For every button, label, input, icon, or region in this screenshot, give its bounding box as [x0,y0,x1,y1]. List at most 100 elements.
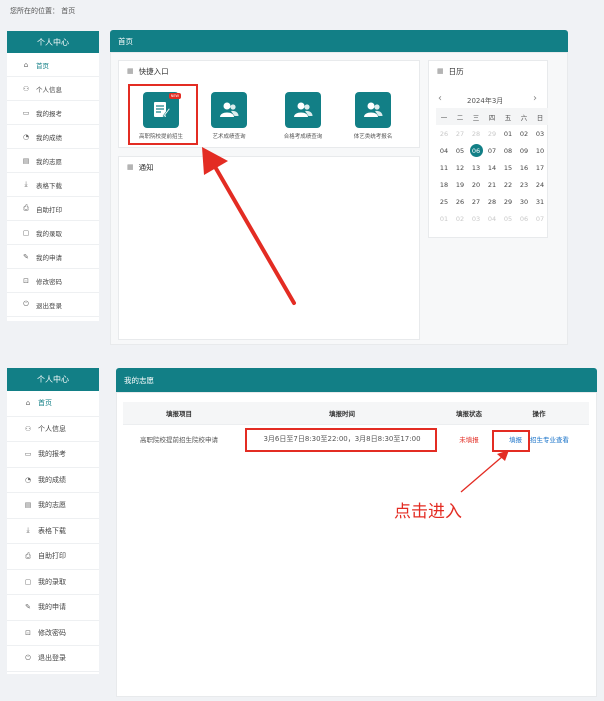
grid-icon: ▦ [127,67,134,75]
sidebar-item[interactable]: ⊡ 修改密码 [7,621,99,646]
sidebar-item-label: 我的录取 [36,229,62,238]
print-icon: ⎙ [25,551,31,560]
sidebar-item-label: 表格下载 [38,526,66,535]
sidebar-item[interactable]: ⌂ 首页 [7,391,99,417]
sidebar-item-label: 我的报考 [38,450,66,459]
calendar-prev-button[interactable]: ‹ [438,93,442,104]
calendar-day[interactable]: 28 [484,193,500,210]
sidebar-item[interactable]: ⊡ 修改密码 [7,269,99,293]
grid-icon: ▦ [437,67,444,75]
logout-icon: ⏻ [23,300,29,308]
sidebar: 个人中心 ⌂ 首页 ⚇ 个人信息 ▭ 我的报考 ◔ 我的成绩 ▤ 我的志愿 ⤓ 表格下载 ⎙ 自助打印 ▢ 我… [7,368,99,674]
calendar-day[interactable]: 29 [500,193,516,210]
sidebar-item[interactable]: ⎙ 自助打印 [7,197,99,221]
quick-entry-label: 合格考成绩查询 [283,134,323,140]
calendar-day[interactable]: 31 [532,193,548,210]
calendar-day[interactable]: 30 [516,193,532,210]
calendar-day[interactable]: 14 [484,159,500,176]
calendar-day[interactable]: 27 [452,125,468,142]
sidebar-item[interactable]: ✎ 我的申请 [7,595,99,621]
calendar-title: 日历 [448,66,464,76]
calendar-day[interactable]: 12 [452,159,468,176]
calendar-month: 2024年3月 [467,97,504,105]
quick-entry-tile[interactable]: 艺术成绩查询 [198,92,260,140]
calendar-day[interactable]: 05 [452,142,468,159]
calendar-day[interactable]: 11 [436,159,452,176]
sidebar-item-label: 修改密码 [36,277,62,286]
calendar-day[interactable]: 09 [516,142,532,159]
sidebar-item[interactable]: ▢ 我的录取 [7,221,99,245]
sidebar-item-label: 我的成绩 [36,133,62,142]
calendar-day[interactable]: 06 [468,142,484,159]
home-icon: ⌂ [25,399,31,408]
calendar-day[interactable]: 28 [468,125,484,142]
calendar-day[interactable]: 01 [436,210,452,227]
calendar-day[interactable]: 23 [516,176,532,193]
annotation-text: 点击进入 [394,502,462,522]
calendar-day[interactable]: 15 [500,159,516,176]
sidebar-item-label: 我的申请 [36,253,62,262]
calendar-day[interactable]: 10 [532,142,548,159]
quick-entry-label: 艺术成绩查询 [212,134,246,140]
calendar-day[interactable]: 05 [500,210,516,227]
sidebar-item[interactable]: ▢ 我的录取 [7,570,99,595]
calendar-grid: 一二三四五六日 26 27 28 29 01 02 03 04 05 06 07 08 09 10 11 12 1… [436,108,548,227]
calendar-day[interactable]: 26 [452,193,468,210]
sidebar-item-label: 我的报考 [36,109,62,118]
lock-icon: ⊡ [25,628,31,637]
calendar-day[interactable]: 24 [532,176,548,193]
calendar-day[interactable]: 17 [532,159,548,176]
main-title-bar: 首页 [110,30,568,52]
sidebar-item[interactable]: ✎ 我的申请 [7,245,99,269]
sidebar-item[interactable]: ◔ 我的成绩 [7,125,99,149]
calendar-day[interactable]: 25 [436,193,452,210]
quick-entry-tile[interactable]: 合格考成绩查询 [272,92,334,140]
calendar-day[interactable]: 18 [436,176,452,193]
calendar-day[interactable]: 19 [452,176,468,193]
calendar-day[interactable]: 04 [484,210,500,227]
calendar-day[interactable]: 08 [500,142,516,159]
sidebar-item[interactable]: ⚇ 个人信息 [7,77,99,101]
col-header-time: 填报时间 [235,402,449,424]
admission-icon: ▢ [22,228,30,237]
calendar-weekday: 三 [468,108,484,125]
calendar-day[interactable]: 03 [532,125,548,142]
sidebar-item[interactable]: ⤓ 表格下载 [7,173,99,197]
sidebar-item[interactable]: ▤ 我的志愿 [7,149,99,173]
calendar-day[interactable]: 01 [500,125,516,142]
calendar-day[interactable]: 26 [436,125,452,142]
calendar-day[interactable]: 27 [468,193,484,210]
calendar-next-button[interactable]: › [533,93,537,104]
calendar-weekday: 五 [500,108,516,125]
calendar-day[interactable]: 03 [468,210,484,227]
users-icon [285,92,321,128]
calendar-day[interactable]: 20 [468,176,484,193]
quick-entry-tile[interactable]: 体艺类统考报名 [342,92,404,140]
calendar-day[interactable]: 06 [516,210,532,227]
main-title: 首页 [118,36,133,46]
sidebar-item[interactable]: ⎙ 自助打印 [7,544,99,570]
view-majors-link[interactable]: 招生专业查看 [530,436,569,444]
calendar-day[interactable]: 02 [452,210,468,227]
calendar-day[interactable]: 29 [484,125,500,142]
sidebar-item[interactable]: ◔ 我的成绩 [7,468,99,493]
sidebar-item[interactable]: ▤ 我的志愿 [7,493,99,519]
calendar-day[interactable]: 16 [516,159,532,176]
sidebar-item[interactable]: ⤓ 表格下载 [7,519,99,544]
calendar-day[interactable]: 04 [436,142,452,159]
calendar-day[interactable]: 22 [500,176,516,193]
col-header-project: 填报项目 [123,402,235,424]
calendar-day[interactable]: 07 [484,142,500,159]
sidebar-item[interactable]: ⌂ 首页 [7,53,99,77]
document-icon: ▤ [22,156,30,165]
sidebar-item[interactable]: ▭ 我的报考 [7,442,99,468]
calendar-day[interactable]: 13 [468,159,484,176]
sidebar-item[interactable]: ⏻ 退出登录 [7,293,99,317]
calendar-day[interactable]: 02 [516,125,532,142]
sidebar-item[interactable]: ⏻ 退出登录 [7,646,99,672]
sidebar-item[interactable]: ▭ 我的报考 [7,101,99,125]
calendar-day[interactable]: 07 [532,210,548,227]
edit-icon: ✎ [25,603,31,612]
sidebar-item[interactable]: ⚇ 个人信息 [7,417,99,442]
calendar-day[interactable]: 21 [484,176,500,193]
